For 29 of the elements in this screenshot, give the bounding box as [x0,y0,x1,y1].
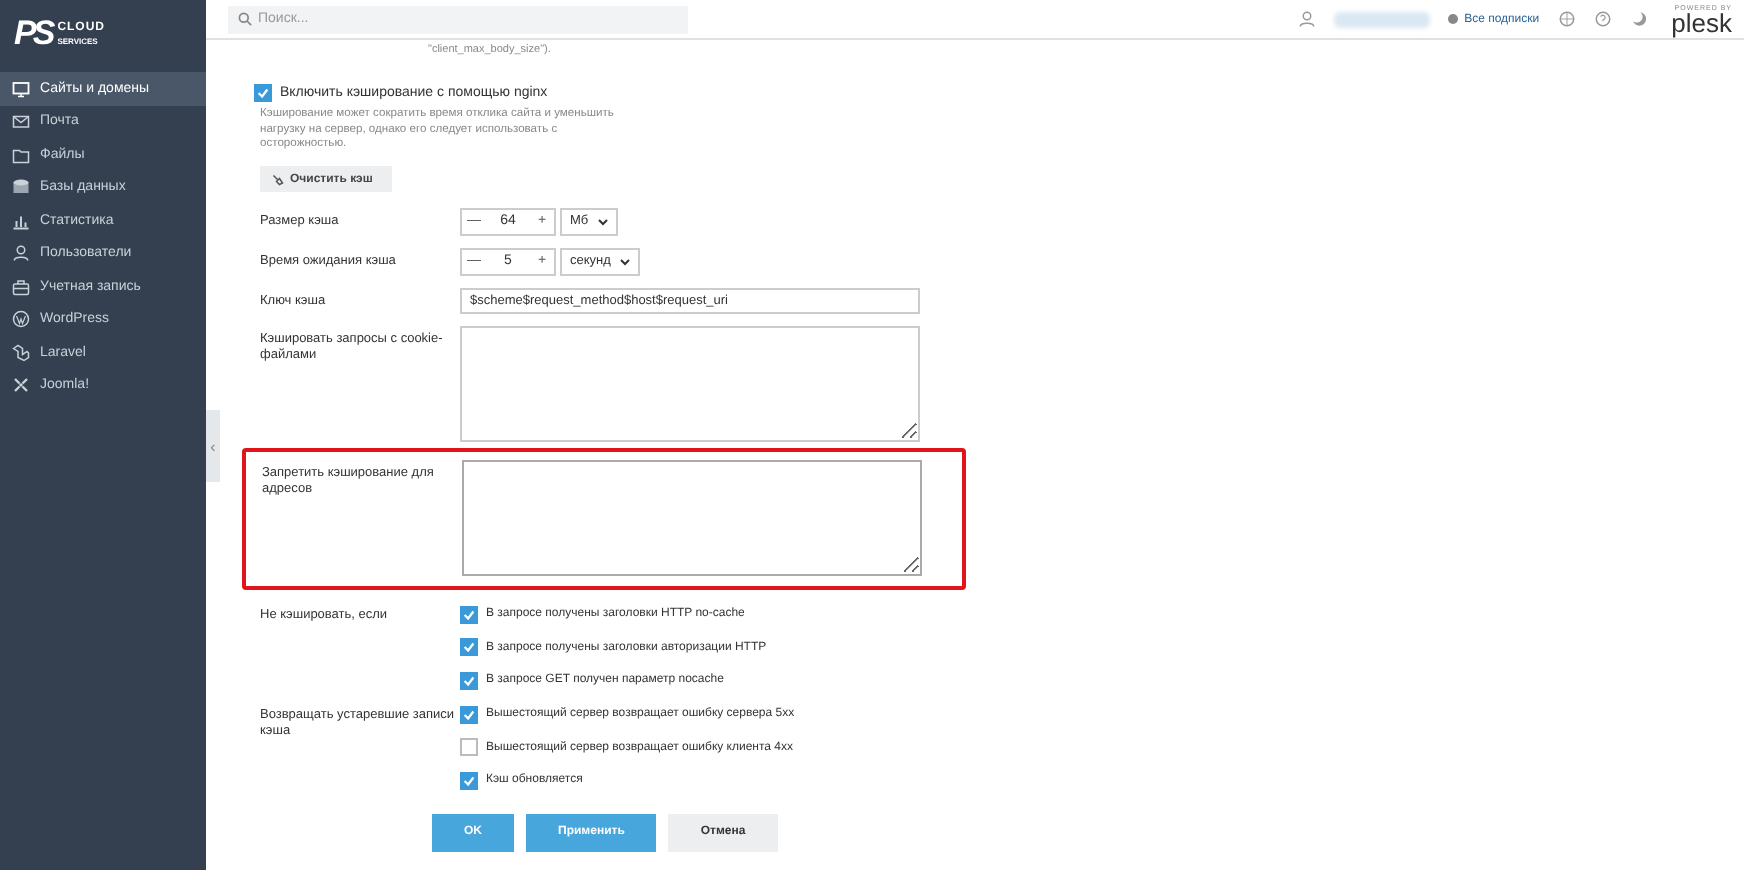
checkbox[interactable] [254,84,272,102]
database-icon [12,178,30,197]
joomla-icon [12,376,30,395]
logo-mark: PS [14,14,52,54]
checkbox[interactable] [460,771,478,790]
search-icon [238,12,252,26]
user-icon [12,244,30,263]
chevron-down-icon [620,257,631,266]
chevron-down-icon [598,217,609,226]
checkbox[interactable] [460,638,478,657]
checkbox[interactable] [460,705,478,724]
folder-icon [12,145,30,164]
checkbox[interactable] [460,671,478,690]
user-icon[interactable] [1298,10,1317,28]
mail-icon [12,112,30,131]
checkbox[interactable] [460,738,478,757]
chart-icon [12,211,30,230]
wordpress-icon [12,310,30,329]
help-icon[interactable] [1593,10,1612,28]
laravel-icon [12,343,30,362]
text-area[interactable] [460,325,920,442]
monitor-icon [12,79,30,98]
brand-logo: plesk [1671,11,1732,35]
brush-icon [272,173,284,186]
moon-icon[interactable] [1629,10,1648,28]
blurred-username [1334,11,1431,27]
text-area[interactable] [462,459,922,576]
briefcase-icon [12,277,30,296]
checkbox[interactable] [460,605,478,624]
